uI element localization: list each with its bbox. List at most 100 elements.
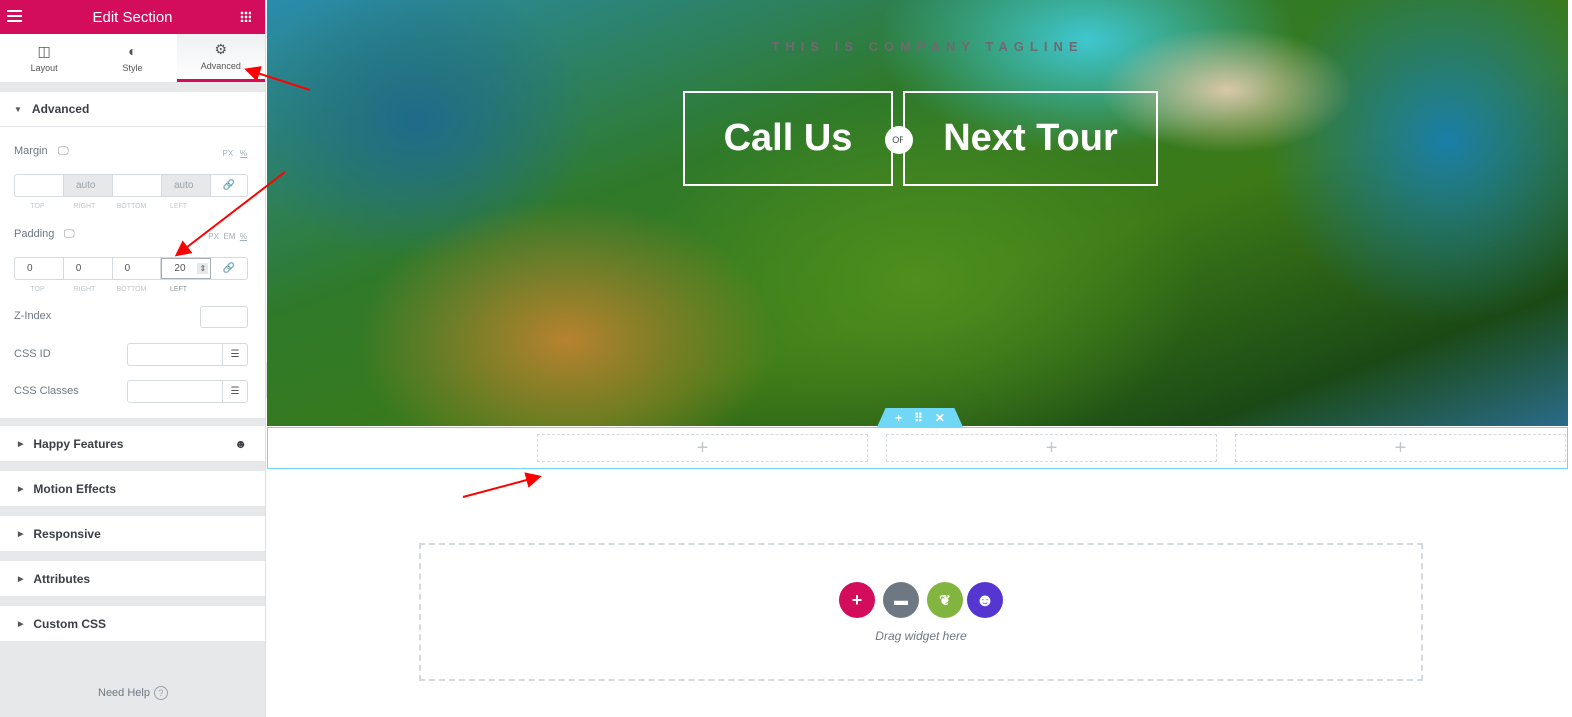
section-title: Motion Effects <box>33 481 117 496</box>
tab-layout[interactable]: ◫ Layout <box>0 34 88 82</box>
unit-percent[interactable]: % <box>240 232 247 241</box>
caret-right-icon: ▶ <box>18 620 24 628</box>
help-icon: ? <box>153 686 168 700</box>
padding-units[interactable]: PX EM % <box>208 232 247 241</box>
unit-px[interactable]: PX <box>208 232 219 241</box>
empty-column[interactable]: + <box>537 434 868 462</box>
css-classes-input[interactable]: ☰ <box>127 380 248 403</box>
section-attributes[interactable]: ▶ Attributes <box>0 561 265 596</box>
tab-advanced[interactable]: ⚙ Advanced <box>176 34 265 82</box>
envato-kit-button[interactable]: ❦ <box>927 582 963 618</box>
section-custom-css[interactable]: ▶ Custom CSS <box>0 606 265 641</box>
plus-icon[interactable]: + <box>697 437 709 460</box>
z-index-label: Z-Index <box>14 310 52 322</box>
section-title: Advanced <box>31 102 90 116</box>
add-template-button[interactable]: ▬ <box>883 582 919 618</box>
drop-zone[interactable]: + ▬ ❦ ☻ Drag widget here <box>419 543 1423 681</box>
link-values-button[interactable]: 🔗 <box>211 175 247 196</box>
section-title: Happy Features <box>33 436 124 451</box>
margin-left-input[interactable]: auto <box>162 175 211 196</box>
selected-section[interactable]: + + + <box>267 427 1568 469</box>
desktop-icon[interactable]: 🖵 <box>64 228 75 241</box>
section-responsive[interactable]: ▶ Responsive <box>0 516 265 551</box>
padding-inputs: 0 0 0 20 ⇕ 🔗 <box>14 257 248 280</box>
margin-top-input[interactable] <box>15 175 64 196</box>
caret-right-icon: ▶ <box>18 575 24 583</box>
happy-face-icon: ☻ <box>975 589 995 610</box>
sublabel: RIGHT <box>73 203 96 210</box>
margin-units[interactable]: PX % <box>223 149 247 158</box>
sublabel: LEFT <box>169 203 188 210</box>
delete-section-icon[interactable]: ✕ <box>935 411 945 425</box>
sublabel: BOTTOM <box>116 286 147 293</box>
plus-icon[interactable]: + <box>1395 437 1407 460</box>
widgets-grid-icon[interactable] <box>240 11 251 22</box>
plus-icon: + <box>851 589 863 610</box>
css-id-label: CSS ID <box>14 348 51 360</box>
z-index-input[interactable] <box>200 306 248 328</box>
sublabel: TOP <box>30 203 45 210</box>
caret-right-icon: ▶ <box>18 485 24 493</box>
advanced-section: ▼ Advanced Margin 🖵 PX % auto auto 🔗 TOP R… <box>0 92 265 418</box>
call-us-button[interactable]: Call Us <box>683 91 893 186</box>
section-title: Custom CSS <box>33 616 107 631</box>
menu-icon[interactable] <box>7 10 22 25</box>
margin-sublabels: TOP RIGHT BOTTOM LEFT <box>14 203 202 210</box>
unit-px[interactable]: PX <box>223 149 234 158</box>
margin-inputs: auto auto 🔗 <box>14 174 248 197</box>
spinner-icon[interactable]: ⇕ <box>197 263 209 274</box>
section-title: Responsive <box>33 526 101 541</box>
need-help-link[interactable]: Need Help? <box>0 686 266 700</box>
next-tour-button[interactable]: Next Tour <box>903 91 1158 186</box>
section-handle: + ⠿ ✕ <box>877 408 963 427</box>
advanced-section-header[interactable]: ▼ Advanced <box>0 92 265 127</box>
happy-templates-button[interactable]: ☻ <box>967 582 1003 618</box>
panel-title: Edit Section <box>92 8 173 26</box>
add-section-icon[interactable]: + <box>895 411 902 425</box>
envato-leaf-icon: ❦ <box>939 591 951 608</box>
drag-handle-icon[interactable]: ⠿ <box>914 411 923 425</box>
unit-percent[interactable]: % <box>240 149 247 158</box>
sublabel: TOP <box>30 286 45 293</box>
sublabel: LEFT <box>169 286 188 293</box>
add-new-section-button[interactable]: + <box>839 582 875 618</box>
caret-right-icon: ▶ <box>18 530 24 538</box>
folder-icon: ▬ <box>894 592 908 608</box>
caret-down-icon: ▼ <box>14 104 22 114</box>
css-classes-label: CSS Classes <box>14 385 79 397</box>
desktop-icon[interactable]: 🖵 <box>58 145 69 158</box>
padding-top-input[interactable]: 0 <box>15 258 64 279</box>
columns-icon: ◫ <box>37 42 51 59</box>
dynamic-tags-icon[interactable]: ☰ <box>222 381 247 402</box>
panel-tabs: ◫ Layout ◐ Style ⚙ Advanced <box>0 34 265 82</box>
empty-column[interactable]: + <box>886 434 1217 462</box>
padding-bottom-input[interactable]: 0 <box>113 258 162 279</box>
tab-label: Advanced <box>200 61 241 71</box>
padding-label: Padding <box>14 228 55 240</box>
css-id-input[interactable]: ☰ <box>127 343 248 366</box>
sublabel: BOTTOM <box>116 203 147 210</box>
link-icon: 🔗 <box>222 180 236 191</box>
dynamic-tags-icon[interactable]: ☰ <box>222 344 247 365</box>
margin-right-input[interactable]: auto <box>64 175 113 196</box>
tab-style[interactable]: ◐ Style <box>88 34 176 82</box>
sublabel: RIGHT <box>73 286 96 293</box>
plus-icon[interactable]: + <box>1046 437 1058 460</box>
padding-right-input[interactable]: 0 <box>64 258 113 279</box>
company-tagline: THIS IS COMPANY TAGLINE <box>771 39 1084 54</box>
link-values-button[interactable]: 🔗 <box>211 258 247 279</box>
unit-em[interactable]: EM <box>223 232 235 241</box>
empty-column[interactable]: + <box>1235 434 1566 462</box>
arrow-to-column <box>462 472 542 498</box>
section-happy-features[interactable]: ▶ Happy Features ☻ <box>0 426 265 461</box>
padding-left-input[interactable]: 20 ⇕ <box>161 258 212 279</box>
margin-bottom-input[interactable] <box>113 175 162 196</box>
section-motion-effects[interactable]: ▶ Motion Effects <box>0 471 265 506</box>
section-title: Attributes <box>33 571 91 586</box>
happy-addons-icon: ☻ <box>234 436 247 451</box>
padding-left-value: 20 <box>174 263 186 274</box>
drag-widget-hint: Drag widget here <box>875 629 967 643</box>
hero-section[interactable]: THIS IS COMPANY TAGLINE Call Us OR Next … <box>267 0 1568 426</box>
margin-label: Margin <box>14 145 48 157</box>
tab-label: Style <box>122 62 143 73</box>
